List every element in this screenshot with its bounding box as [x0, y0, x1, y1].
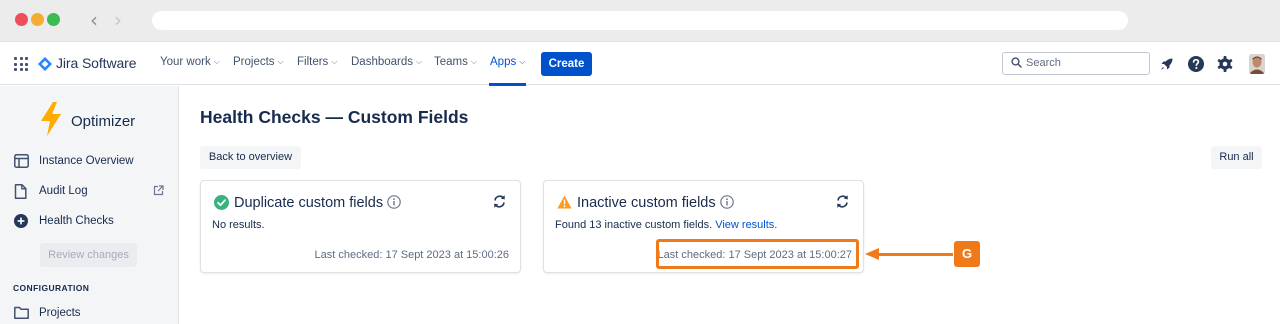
top-navigation: Jira Software Your work ⌵ Projects ⌵ Filte…	[0, 43, 1280, 86]
review-changes-button[interactable]: Review changes	[40, 243, 137, 267]
menu-apps[interactable]: Apps ⌵	[490, 56, 525, 68]
close-window-button[interactable]	[15, 13, 28, 26]
app-switcher-icon[interactable]	[14, 57, 28, 71]
help-icon[interactable]	[1187, 55, 1205, 73]
menu-dashboards[interactable]: Dashboards ⌵	[351, 56, 422, 68]
configuration-section-label: CONFIGURATION	[13, 283, 90, 293]
minimize-window-button[interactable]	[31, 13, 44, 26]
success-check-icon	[214, 195, 229, 210]
app-name: Optimizer	[71, 113, 136, 130]
health-check-card-duplicate: Duplicate custom fields No results. Last…	[200, 180, 521, 273]
sidebar-item-label: Health Checks	[39, 215, 114, 227]
forward-arrow-icon[interactable]: ›	[110, 9, 126, 31]
optimizer-logo-icon	[41, 102, 61, 136]
info-icon[interactable]	[719, 195, 734, 209]
active-menu-indicator	[489, 83, 526, 86]
sidebar-item-audit-log[interactable]: Audit Log	[14, 183, 169, 201]
annotation-arrow-line	[878, 253, 953, 256]
search-placeholder: Search	[1026, 57, 1061, 69]
user-avatar[interactable]	[1249, 54, 1265, 74]
warning-icon	[557, 195, 572, 209]
card-title: Inactive custom fields	[577, 195, 734, 211]
card-title: Duplicate custom fields	[234, 195, 401, 211]
external-link-icon	[153, 185, 164, 196]
notifications-rocket-icon[interactable]	[1158, 55, 1176, 73]
annotation-highlight-box	[656, 239, 859, 269]
product-name[interactable]: Jira Software	[56, 55, 137, 71]
folder-icon	[14, 306, 29, 319]
maximize-window-button[interactable]	[47, 13, 60, 26]
last-checked-timestamp: Last checked: 17 Sept 2023 at 15:00:26	[314, 249, 509, 261]
info-icon[interactable]	[387, 195, 401, 209]
create-button[interactable]: Create	[541, 52, 592, 76]
browser-chrome: ‹ ›	[0, 0, 1280, 42]
menu-projects[interactable]: Projects ⌵	[233, 56, 284, 68]
sidebar-item-health-checks[interactable]: Health Checks	[14, 213, 169, 231]
menu-your-work[interactable]: Your work ⌵	[160, 56, 220, 68]
sidebar-item-label: Projects	[39, 307, 81, 319]
back-to-overview-button[interactable]: Back to overview	[200, 146, 301, 169]
view-results-link[interactable]: View results.	[715, 219, 777, 231]
back-arrow-icon[interactable]: ‹	[86, 9, 102, 31]
refresh-icon[interactable]	[835, 194, 850, 209]
address-bar[interactable]	[152, 11, 1128, 30]
run-all-button[interactable]: Run all	[1211, 146, 1262, 169]
sidebar-item-label: Audit Log	[39, 185, 88, 197]
search-icon	[1011, 57, 1022, 68]
annotation-arrow-head	[865, 248, 879, 260]
search-input[interactable]: Search	[1002, 52, 1150, 75]
overview-icon	[14, 154, 29, 168]
jira-logo-icon[interactable]	[38, 57, 52, 71]
card-description: Found 13 inactive custom fields. View re…	[555, 219, 778, 231]
page-title: Health Checks — Custom Fields	[200, 107, 469, 127]
menu-filters[interactable]: Filters ⌵	[297, 56, 337, 68]
document-icon	[14, 184, 27, 199]
annotation-badge: G	[954, 241, 980, 267]
plus-circle-icon	[14, 214, 28, 228]
sidebar-item-label: Instance Overview	[39, 155, 134, 167]
sidebar: Optimizer Instance Overview Audit Log He…	[0, 86, 179, 324]
settings-gear-icon[interactable]	[1216, 55, 1234, 73]
sidebar-item-projects[interactable]: Projects	[14, 305, 169, 323]
menu-teams[interactable]: Teams ⌵	[434, 56, 477, 68]
sidebar-item-instance-overview[interactable]: Instance Overview	[14, 153, 169, 171]
refresh-icon[interactable]	[492, 194, 507, 209]
card-description: No results.	[212, 219, 265, 231]
